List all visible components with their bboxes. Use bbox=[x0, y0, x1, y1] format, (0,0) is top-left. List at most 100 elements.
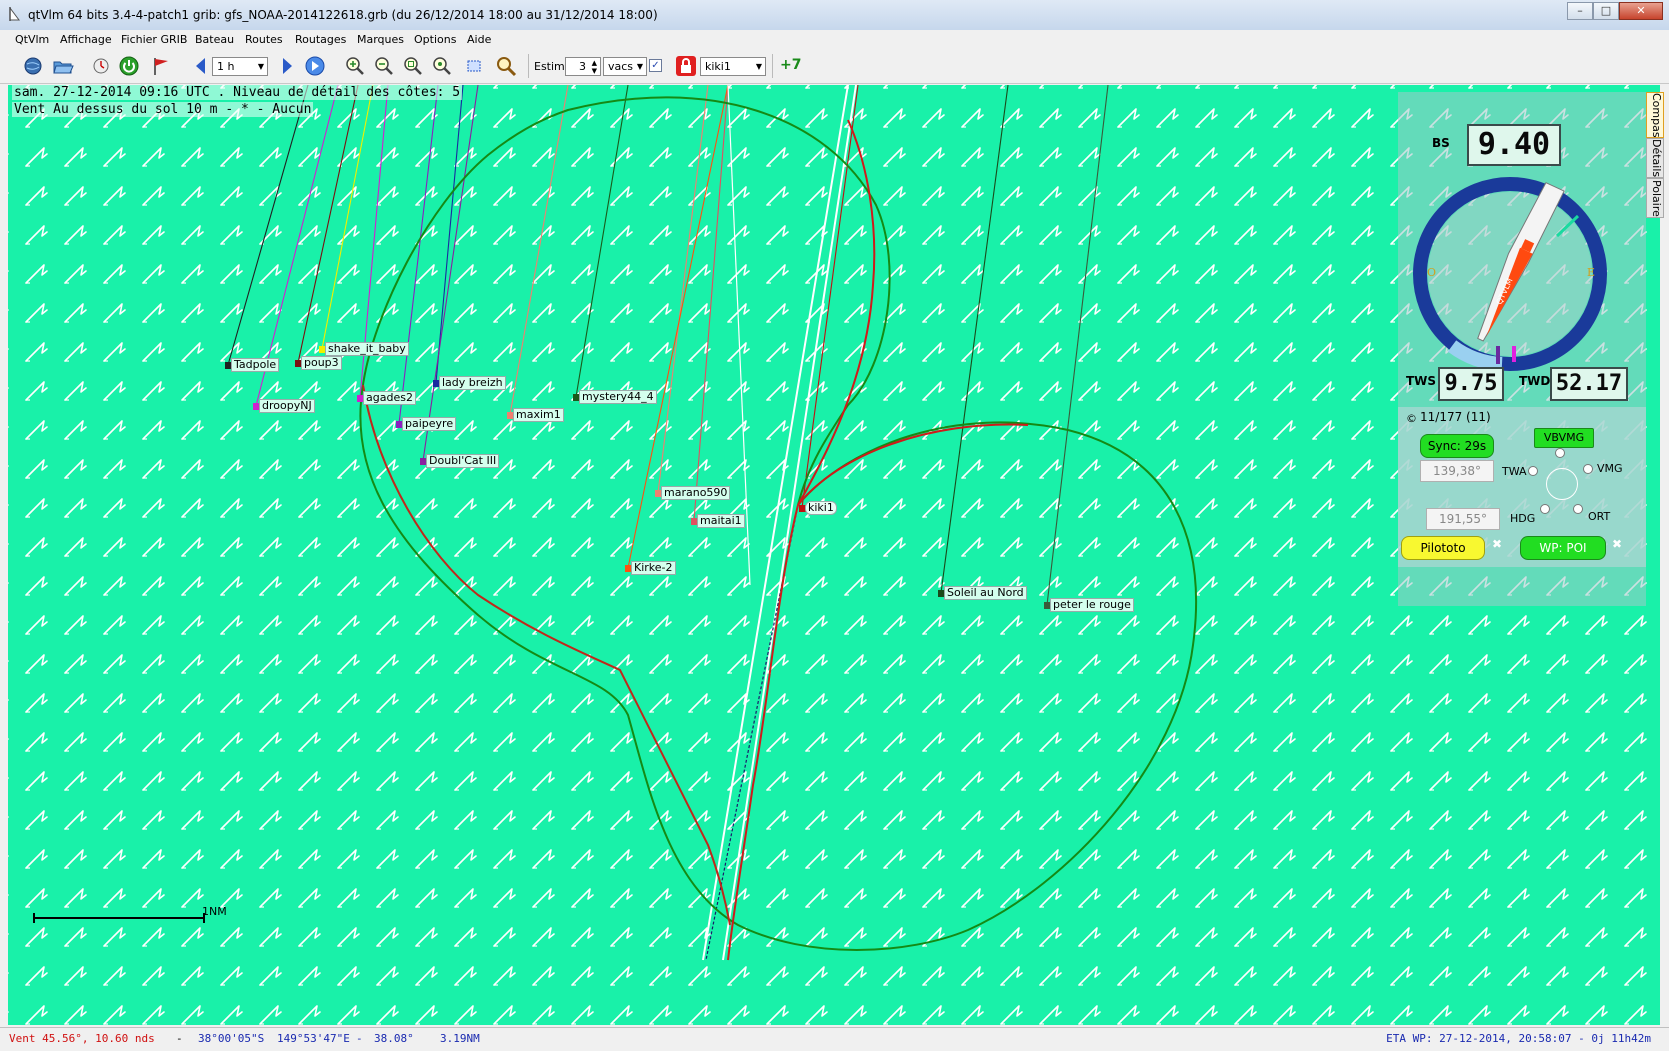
vmg-radio[interactable] bbox=[1583, 464, 1593, 474]
vbvmg-button[interactable]: VBVMG bbox=[1534, 428, 1594, 448]
mode-dial bbox=[1546, 468, 1578, 500]
waypoint-button[interactable]: WP: POI bbox=[1520, 536, 1606, 560]
chevron-down-icon: ▼ bbox=[755, 62, 762, 71]
status-wind: Vent 45.56°, 10.60 nds bbox=[9, 1032, 155, 1045]
close-button[interactable]: ✕ bbox=[1619, 2, 1663, 20]
tab-details[interactable]: Détails bbox=[1646, 138, 1664, 178]
boat-label[interactable]: poup3 bbox=[301, 356, 342, 370]
flag-icon[interactable] bbox=[150, 55, 172, 77]
map-info-date: sam. 27-12-2014 09:16 UTC . Niveau de dé… bbox=[12, 85, 463, 100]
clock-icon[interactable] bbox=[90, 55, 112, 77]
add-waypoint-button[interactable]: +7 bbox=[780, 57, 801, 73]
chevron-down-icon: ▼ bbox=[636, 62, 643, 71]
hdg-label: HDG bbox=[1510, 512, 1536, 525]
twd-label: TWD bbox=[1519, 374, 1551, 388]
compass-panel: BS 9.40 O E QTVLM TWS 9.75 TWD 52.17 © 1… bbox=[1398, 92, 1646, 606]
vac-info-icon: © bbox=[1406, 412, 1417, 425]
estime-spinbox[interactable]: 3 ▲ ▼ bbox=[565, 57, 601, 76]
boat-label[interactable]: Kirke-2 bbox=[631, 561, 676, 575]
estime-unit-select[interactable]: vacs ▼ bbox=[603, 57, 647, 76]
twa-radio[interactable] bbox=[1528, 466, 1538, 476]
menu-routages[interactable]: Routages bbox=[295, 33, 346, 46]
status-separator: - bbox=[356, 1032, 363, 1045]
scale-label: 1NM bbox=[202, 905, 227, 918]
estime-unit-value: vacs bbox=[608, 60, 634, 73]
globe-icon[interactable] bbox=[22, 55, 44, 77]
play-icon[interactable] bbox=[304, 55, 326, 77]
pilototo-close-icon[interactable]: ✖ bbox=[1492, 537, 1502, 551]
status-longitude: 149°53'47"E bbox=[277, 1032, 350, 1045]
power-icon[interactable] bbox=[118, 55, 140, 77]
hdg-radio[interactable] bbox=[1540, 504, 1550, 514]
twd-display: 52.17 bbox=[1550, 367, 1628, 401]
boat-label[interactable]: kiki1 bbox=[805, 501, 837, 515]
title-bar: qtVlm 64 bits 3.4-4-patch1 grib: gfs_NOA… bbox=[0, 0, 1669, 31]
prev-step-icon[interactable] bbox=[190, 55, 212, 77]
ort-radio[interactable] bbox=[1573, 504, 1583, 514]
bs-display: 9.40 bbox=[1467, 124, 1561, 166]
menu-fichier-grib[interactable]: Fichier GRIB bbox=[121, 33, 187, 46]
menu-qtvlm[interactable]: QtVlm bbox=[15, 33, 49, 46]
boat-label[interactable]: maitai1 bbox=[697, 514, 745, 528]
boat-label[interactable]: paipeyre bbox=[402, 417, 457, 431]
pilototo-button[interactable]: Pilototo bbox=[1401, 536, 1485, 560]
boat-label[interactable]: agades2 bbox=[363, 391, 416, 405]
boat-label[interactable]: droopyNJ bbox=[259, 399, 315, 413]
menu-marques[interactable]: Marques bbox=[357, 33, 404, 46]
toolbar: 1 h ▼ Estime 3 ▲ ▼ vacs ▼ ✓ kiki1 ▼ +7 bbox=[0, 49, 1669, 84]
boat-label[interactable]: lady breizh bbox=[439, 376, 506, 390]
tab-compas[interactable]: Compas bbox=[1646, 92, 1664, 138]
zoom-fit-icon[interactable] bbox=[402, 55, 424, 77]
maximize-button[interactable]: □ bbox=[1593, 2, 1619, 20]
sync-button[interactable]: Sync: 29s bbox=[1420, 434, 1494, 458]
time-step-select[interactable]: 1 h ▼ bbox=[212, 57, 268, 76]
boat-label[interactable]: marano590 bbox=[661, 486, 731, 500]
vac-info: 11/177 (11) bbox=[1420, 410, 1491, 424]
ort-label: ORT bbox=[1588, 510, 1611, 523]
status-eta: ETA WP: 27-12-2014, 20:58:07 - 0j 11h42m bbox=[1386, 1032, 1651, 1045]
time-step-value: 1 h bbox=[217, 60, 235, 73]
menu-options[interactable]: Options bbox=[414, 33, 456, 46]
menu-affichage[interactable]: Affichage bbox=[60, 33, 112, 46]
tab-polaire[interactable]: Polaire bbox=[1646, 178, 1664, 218]
boat-label[interactable]: mystery44_4 bbox=[579, 390, 657, 404]
twa-spinbox[interactable]: 139,38° bbox=[1420, 460, 1494, 482]
estime-checkbox[interactable]: ✓ bbox=[649, 59, 662, 72]
minimize-button[interactable]: – bbox=[1567, 2, 1593, 20]
estime-value: 3 bbox=[579, 60, 586, 73]
boat-label[interactable]: peter le rouge bbox=[1050, 598, 1134, 612]
menu-aide[interactable]: Aide bbox=[467, 33, 491, 46]
boat-select[interactable]: kiki1 ▼ bbox=[700, 57, 766, 76]
zoom-in-icon[interactable] bbox=[344, 55, 366, 77]
boat-label[interactable]: Tadpole bbox=[231, 358, 280, 372]
boat-label[interactable]: shake_it_baby bbox=[325, 342, 409, 356]
vbvmg-radio[interactable] bbox=[1555, 448, 1565, 458]
boat-label[interactable]: Soleil au Nord bbox=[944, 586, 1027, 600]
menu-bateau[interactable]: Bateau bbox=[195, 33, 234, 46]
zoom-boat-icon[interactable] bbox=[431, 55, 453, 77]
boat-label[interactable]: Doubl'Cat III bbox=[426, 454, 500, 468]
boat-select-value: kiki1 bbox=[705, 60, 731, 73]
chevron-down-icon: ▼ bbox=[257, 62, 264, 71]
map-info-wind: Vent Au dessus du sol 10 m - * - Aucun bbox=[12, 102, 314, 117]
compass-rose: O E QTVLM bbox=[1413, 177, 1607, 371]
status-bar: Vent 45.56°, 10.60 nds - 38°00'05"S 149°… bbox=[0, 1027, 1669, 1051]
compass-east-letter: E bbox=[1587, 266, 1595, 279]
select-area-icon[interactable] bbox=[463, 55, 485, 77]
tws-display: 9.75 bbox=[1438, 367, 1504, 401]
spin-arrows-icon[interactable]: ▲ ▼ bbox=[592, 59, 597, 75]
menu-routes[interactable]: Routes bbox=[245, 33, 283, 46]
hdg-spinbox[interactable]: 191,55° bbox=[1426, 508, 1500, 530]
next-step-icon[interactable] bbox=[276, 55, 298, 77]
lock-icon[interactable] bbox=[675, 55, 697, 77]
menu-bar: QtVlm Affichage Fichier GRIB Bateau Rout… bbox=[0, 30, 1669, 49]
status-latitude: 38°00'05"S bbox=[198, 1032, 265, 1045]
zoom-out-icon[interactable] bbox=[373, 55, 395, 77]
waypoint-close-icon[interactable]: ✖ bbox=[1612, 537, 1622, 551]
bs-label: BS bbox=[1432, 136, 1450, 150]
boat-label[interactable]: maxim1 bbox=[513, 408, 564, 422]
search-icon[interactable] bbox=[495, 55, 517, 77]
status-heading: 38.08° bbox=[374, 1032, 414, 1045]
open-folder-icon[interactable] bbox=[52, 55, 74, 77]
tws-label: TWS bbox=[1406, 374, 1437, 388]
